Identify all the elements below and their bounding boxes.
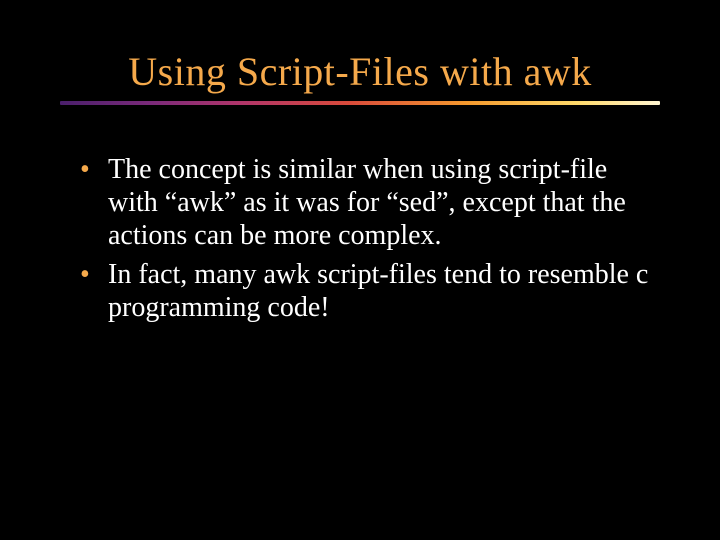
bullet-item: In fact, many awk script-files tend to r… xyxy=(80,258,660,324)
bullet-item: The concept is similar when using script… xyxy=(80,153,660,252)
slide-title: Using Script-Files with awk xyxy=(60,48,660,95)
slide: Using Script-Files with awk The concept … xyxy=(0,0,720,540)
bullet-list: The concept is similar when using script… xyxy=(60,153,660,324)
title-underline xyxy=(60,101,660,105)
